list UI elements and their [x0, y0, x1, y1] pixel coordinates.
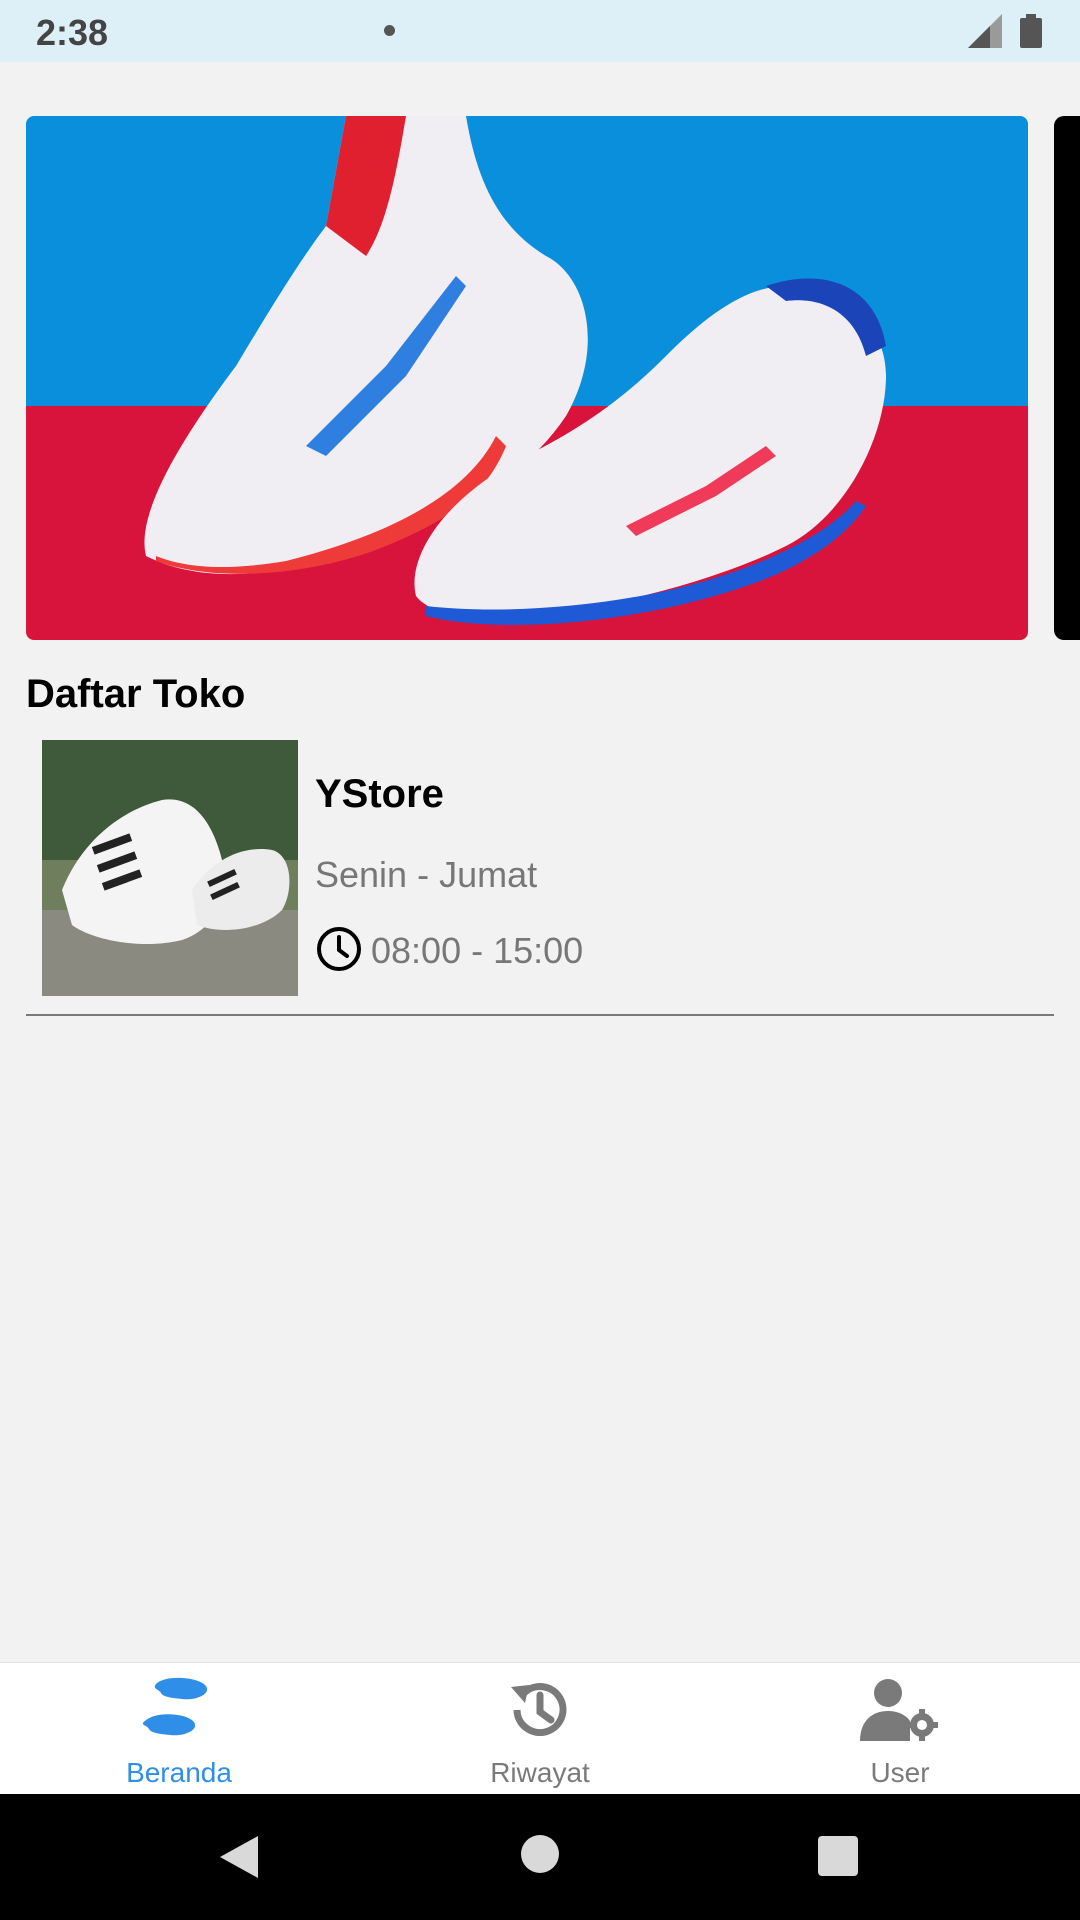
system-navigation-bar — [0, 1794, 1080, 1920]
status-bar: 2:38 — [0, 0, 1080, 62]
divider — [26, 1014, 1054, 1016]
footsteps-icon — [142, 1677, 208, 1736]
bottom-navigation: Beranda Riwayat User — [0, 1662, 1080, 1795]
store-name: YStore — [315, 772, 444, 816]
nav-label-riwayat: Riwayat — [490, 1757, 590, 1788]
nav-item-user[interactable]: User — [800, 1663, 1000, 1795]
nav-item-beranda[interactable]: Beranda — [79, 1663, 279, 1795]
status-time: 2:38 — [36, 12, 109, 53]
nav-label-user: User — [870, 1757, 930, 1788]
store-shoe-image — [42, 740, 298, 996]
next-banner-peek[interactable] — [1054, 116, 1080, 640]
banner-sneakers-image — [26, 116, 1028, 640]
section-title: Daftar Toko — [26, 672, 246, 716]
store-list-item[interactable]: YStore Senin - Jumat 08:00 - 15:00 — [26, 730, 1054, 1014]
home-icon[interactable] — [520, 1834, 560, 1874]
nav-label-beranda: Beranda — [126, 1757, 232, 1788]
notification-dot-icon — [384, 25, 395, 36]
recents-icon[interactable] — [818, 1836, 858, 1876]
clock-icon — [317, 927, 361, 971]
store-thumbnail — [42, 740, 298, 996]
history-icon — [511, 1683, 567, 1737]
promo-banner[interactable] — [26, 116, 1028, 640]
user-settings-icon — [860, 1679, 938, 1741]
back-icon[interactable] — [218, 1834, 260, 1880]
signal-icon — [968, 14, 1002, 48]
nav-item-riwayat[interactable]: Riwayat — [440, 1663, 640, 1795]
store-days: Senin - Jumat — [315, 854, 538, 895]
battery-icon — [1020, 14, 1042, 48]
store-hours: 08:00 - 15:00 — [371, 930, 584, 971]
